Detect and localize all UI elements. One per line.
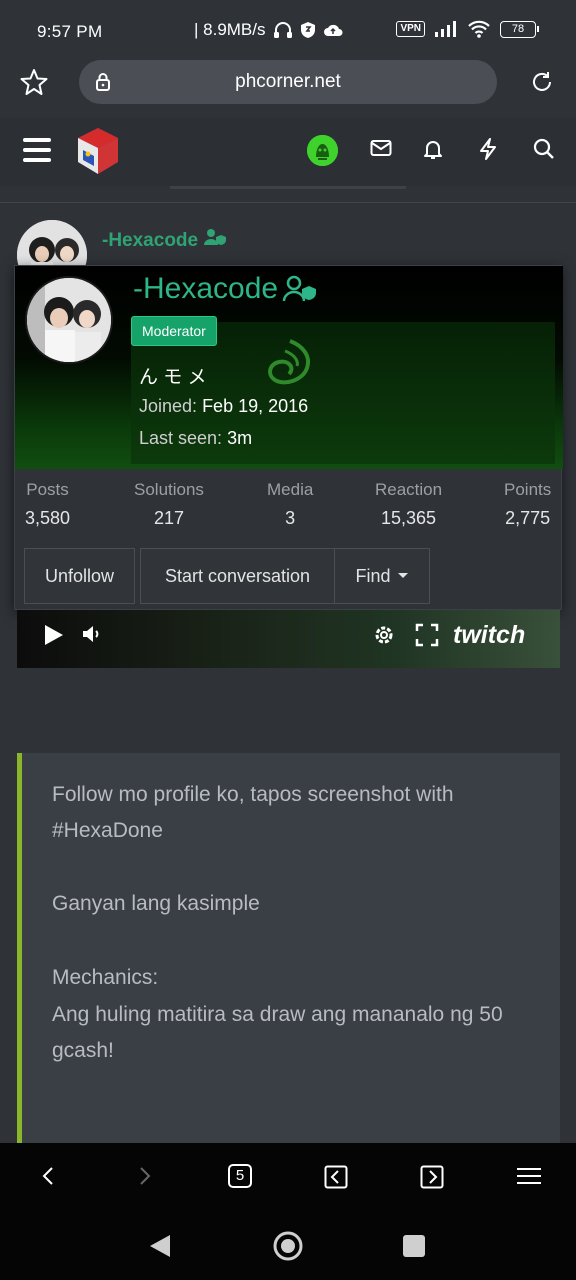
status-time: 9:57 PM [37,22,103,41]
browser-menu-icon[interactable] [516,1165,542,1187]
search-icon[interactable] [533,138,555,160]
custom-title: ん モ メ [139,367,207,388]
fullscreen-icon[interactable] [415,623,439,647]
wifi-icon [468,20,490,38]
joined-label: Joined: [139,396,198,416]
joined-value: Feb 19, 2016 [202,396,309,416]
cloud-upload-icon [323,24,342,36]
browser-bottom-bar: 5 [0,1143,576,1280]
reload-icon[interactable] [529,69,555,95]
play-icon[interactable] [43,623,65,647]
find-label: Find [355,565,391,586]
site-logo[interactable] [74,126,122,176]
joined-line: Joined: Feb 19, 2016 [139,396,308,417]
twitch-brand: twitch [453,622,525,648]
bolt-icon[interactable] [478,138,498,160]
tabs-count: 5 [235,1167,245,1184]
profile-username-text[interactable]: -Hexacode [133,272,278,306]
twitch-player-controls: twitch [17,610,560,668]
member-tooltip-card: -Hexacode Moderator ん モ メ Joined: Feb 19… [14,265,563,610]
last-seen-label: Last seen: [139,428,223,448]
post-author-username[interactable]: -Hexacode [102,230,198,251]
profile-banner: -Hexacode Moderator ん モ メ Joined: Feb 19… [15,266,563,469]
staff-shield-icon [204,229,227,245]
stat-value: 15,365 [381,508,437,528]
headphones-icon [273,22,292,38]
system-back-icon[interactable] [148,1233,172,1259]
address-bar[interactable]: phcorner.net [79,60,497,104]
user-avatar[interactable] [307,135,338,166]
volume-icon[interactable] [81,623,103,645]
shield-icon [300,22,315,38]
stat-label: Posts [26,480,69,499]
stat-solutions[interactable]: Solutions 217 [134,480,204,529]
stat-label: Points [504,480,552,499]
profile-avatar[interactable] [25,276,113,364]
stat-value: 2,775 [505,508,551,528]
stat-reaction[interactable]: Reaction 15,365 [375,480,442,529]
forward-icon[interactable] [133,1165,155,1187]
menu-icon[interactable] [23,138,51,168]
start-conversation-button[interactable]: Start conversation [140,548,335,604]
razer-logo-icon [268,339,310,385]
browser-toolbar: phcorner.net [0,60,576,110]
stat-media[interactable]: Media 3 [267,480,313,529]
status-right-icons: VPN 78 [396,20,539,38]
last-seen-value: 3m [227,428,253,448]
last-seen-line: Last seen: 3m [139,428,252,449]
post-author-name[interactable]: -Hexacode [102,228,227,252]
post-text-line: Ganyan lang kasimple [52,892,260,915]
stat-value: 217 [153,508,184,528]
battery-indicator: 78 [500,20,539,38]
stat-points[interactable]: Points 2,775 [504,480,551,529]
status-left-icons: | 8.9MB/s [194,20,343,40]
back-icon[interactable] [38,1165,60,1187]
header-shadow [170,186,406,189]
twitch-logo-icon[interactable]: twitch [453,622,543,648]
settings-gear-icon[interactable] [372,623,396,647]
stat-posts[interactable]: Posts 3,580 [25,480,70,529]
member-stats: Posts 3,580 Solutions 217 Media 3 Reacti… [15,480,563,540]
post-text-line: Ang huling matitira sa draw ang mananalo… [52,1003,503,1062]
url-text: phcorner.net [235,71,341,92]
post-content: Follow mo profile ko, tapos screenshot w… [17,753,560,1143]
divider [0,202,576,203]
tabs-button[interactable]: 5 [228,1164,252,1188]
staff-shield-icon [282,275,317,302]
stat-label: Solutions [134,480,204,499]
system-recents-icon[interactable] [402,1234,426,1258]
moderator-badge: Moderator [131,316,217,346]
signal-icon [435,21,456,37]
bell-icon[interactable] [423,138,443,160]
network-speed: | 8.9MB/s [194,20,266,39]
status-bar: 9:57 PM | 8.9MB/s VPN 78 [0,0,576,60]
site-header [0,118,576,186]
stat-label: Media [267,480,314,499]
mail-icon[interactable] [370,138,392,158]
page-forward-icon[interactable] [420,1165,444,1189]
page-back-icon[interactable] [324,1165,348,1189]
stat-label: Reaction [375,480,443,499]
post-text-line: Follow mo profile ko, tapos screenshot w… [52,783,454,842]
vpn-indicator: VPN [396,21,425,37]
member-actions: Unfollow Start conversation Find [24,548,430,604]
profile-username[interactable]: -Hexacode [133,272,318,306]
star-icon[interactable] [20,68,48,96]
system-home-icon[interactable] [272,1230,304,1262]
stat-value: 3 [285,508,296,528]
unfollow-button[interactable]: Unfollow [24,548,135,604]
find-menu-button[interactable]: Find [335,548,430,604]
caret-down-icon [397,573,408,578]
post-text-line: Mechanics: [52,966,159,989]
stat-value: 3,580 [25,508,71,528]
